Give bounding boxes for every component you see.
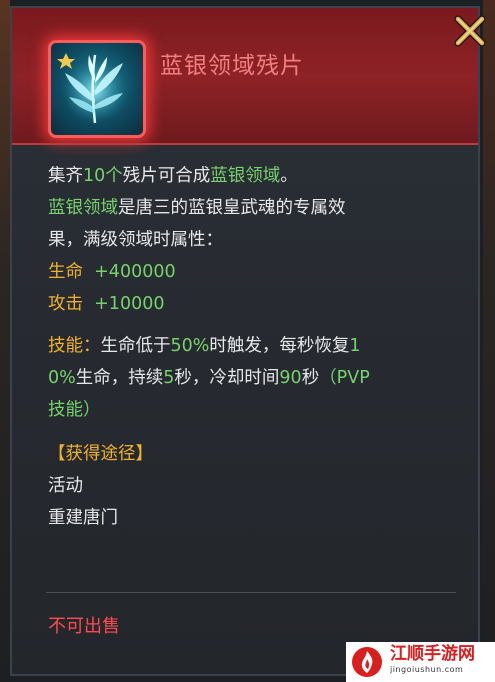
sell-status: 不可出售 (48, 616, 120, 637)
item-tooltip-panel: 蓝银领域残片 集齐10个残片可合成蓝银领域。 蓝银领域是唐三的蓝银皇武魂的专属效… (10, 6, 486, 676)
skill-line-1: 技能：生命低于50%时触发，每秒恢复1 (48, 336, 361, 356)
skill-label: 技能： (48, 336, 101, 356)
stat-label: 攻击 (48, 294, 83, 314)
watermark-logo: 江顺手游网 jingoiushun.com (346, 642, 495, 682)
close-button[interactable] (452, 14, 488, 48)
divider (46, 592, 456, 593)
flame-logo-icon (352, 647, 382, 677)
source-item: 重建唐门 (48, 508, 118, 528)
background-right (483, 0, 495, 682)
item-title: 蓝银领域残片 (160, 53, 304, 79)
description-line-2: 蓝银领域是唐三的蓝银皇武魂的专属效 (48, 198, 346, 218)
stat-row-attack: 攻击 +10000 (48, 288, 468, 320)
item-description: 集齐10个残片可合成蓝银领域。 蓝银领域是唐三的蓝银皇武魂的专属效 果，满级领域… (48, 160, 468, 534)
bluesilver-grass-icon (57, 53, 127, 124)
watermark-cn: 江顺手游网 (390, 644, 475, 664)
star-icon (57, 53, 75, 69)
close-icon (454, 15, 486, 47)
description-line-3: 果，满级领域时属性： (48, 230, 223, 250)
stat-value: +10000 (94, 294, 165, 314)
stat-label: 生命 (48, 262, 83, 282)
watermark-text: 江顺手游网 jingoiushun.com (390, 646, 475, 678)
skill-line-3: 技能） (48, 400, 101, 420)
source-header: 【获得途径】 (48, 444, 153, 464)
stat-value: +400000 (94, 262, 176, 282)
watermark-en: jingoiushun.com (390, 665, 464, 674)
source-item: 活动 (48, 476, 83, 496)
background-left (0, 0, 10, 682)
tooltip-header: 蓝银领域残片 (12, 8, 478, 145)
item-icon-frame (48, 40, 146, 138)
stat-row-hp: 生命 +400000 (48, 256, 468, 288)
skill-line-2: 0%生命，持续5秒，冷却时间90秒（PVP (48, 368, 370, 388)
description-line-1: 集齐10个残片可合成蓝银领域。 (48, 166, 298, 186)
